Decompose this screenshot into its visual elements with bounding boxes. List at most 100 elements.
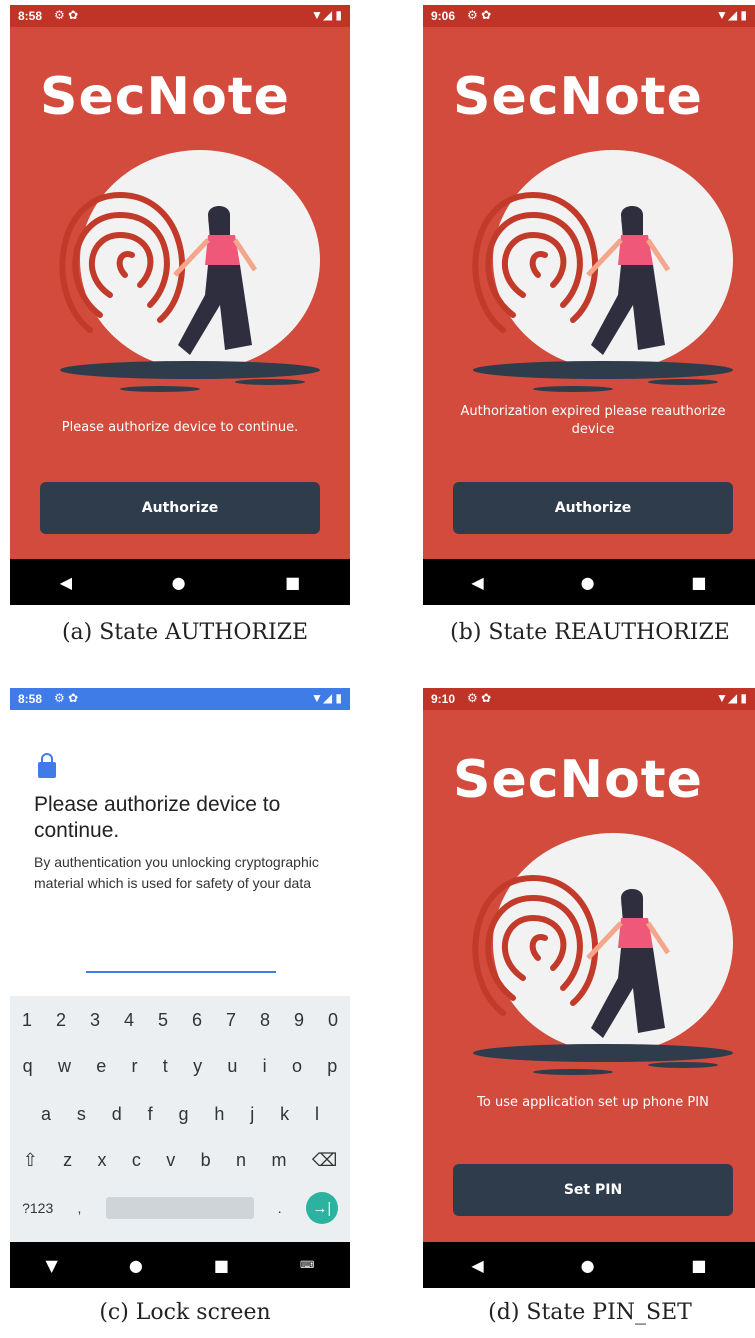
back-down-icon[interactable]: ▼ (46, 1256, 58, 1275)
key[interactable]: t (163, 1056, 168, 1077)
nav-bar: ◀ ● ■ (423, 1242, 755, 1288)
signal-icon: ▼◢ ▮ (310, 691, 342, 705)
home-icon[interactable]: ● (581, 1256, 595, 1275)
status-time: 9:10 (431, 692, 456, 706)
key[interactable]: a (41, 1104, 51, 1125)
pin-input[interactable] (86, 971, 276, 973)
key[interactable]: 0 (328, 1010, 338, 1031)
key[interactable]: c (132, 1150, 141, 1171)
enter-arrow-icon[interactable]: →| (305, 1192, 338, 1224)
status-bar: 8:58 ⚙ ✿ ▼◢ ▮ (10, 688, 350, 710)
key[interactable]: 6 (192, 1010, 202, 1031)
key[interactable]: 2 (56, 1010, 66, 1031)
screen-authorize: 8:58 ⚙ ✿ ▼◢ ▮ SecNote Please authorize d… (10, 5, 350, 605)
nav-bar: ▼ ● ■ ⌨ (10, 1242, 350, 1288)
screen-lock: 8:58 ⚙ ✿ ▼◢ ▮ Please authorize device to… (10, 688, 350, 1288)
status-time: 8:58 (18, 9, 43, 23)
mode-key[interactable]: ?123 (22, 1200, 53, 1216)
key[interactable]: m (271, 1150, 286, 1171)
key[interactable]: w (58, 1056, 71, 1077)
screen-pin-set: 9:10 ⚙ ✿ ▼◢ ▮ SecNote To use application… (423, 688, 755, 1288)
back-icon[interactable]: ◀ (471, 1256, 483, 1275)
key[interactable]: y (193, 1056, 202, 1077)
recents-icon[interactable]: ■ (691, 1256, 706, 1275)
backspace-key-icon[interactable]: ⌫ (312, 1150, 337, 1171)
lock-title: Please authorize device to continue. (34, 793, 281, 842)
key[interactable]: e (96, 1056, 106, 1077)
keyboard-row-asdf: a s d f g h j k l (10, 1104, 350, 1125)
signal-icon: ▼◢ ▮ (310, 8, 342, 22)
keyboard-row-bottom: ?123 , . →| (10, 1192, 350, 1224)
screen-reauthorize: 9:06 ⚙ ✿ ▼◢ ▮ SecNote Authorization expi… (423, 5, 755, 605)
set-pin-button[interactable]: Set PIN (453, 1164, 733, 1216)
settings-icon: ⚙ ✿ (54, 8, 79, 22)
keyboard-number-row: 1 2 3 4 5 6 7 8 9 0 (10, 1010, 350, 1031)
key[interactable]: 4 (124, 1010, 134, 1031)
key[interactable]: 7 (226, 1010, 236, 1031)
home-icon[interactable]: ● (581, 573, 595, 592)
key[interactable]: 9 (294, 1010, 304, 1031)
nav-bar: ◀ ● ■ (10, 559, 350, 605)
fingerprint-woman-illustration (59, 150, 320, 392)
key[interactable]: z (63, 1150, 72, 1171)
status-message: To use application set up phone PIN (477, 1095, 709, 1110)
key[interactable]: x (98, 1150, 107, 1171)
settings-icon: ⚙ ✿ (467, 8, 492, 22)
settings-icon: ⚙ ✿ (54, 691, 79, 705)
keyboard-row-zxcv: ⇧ z x c v b n m ⌫ (10, 1150, 350, 1171)
key[interactable]: p (327, 1056, 337, 1077)
key[interactable]: b (201, 1150, 211, 1171)
signal-icon: ▼◢ ▮ (715, 8, 747, 22)
key[interactable]: s (77, 1104, 86, 1125)
recents-icon[interactable]: ■ (214, 1256, 229, 1275)
key[interactable]: 1 (22, 1010, 32, 1031)
key[interactable]: q (23, 1056, 33, 1077)
key[interactable]: o (292, 1056, 302, 1077)
recents-icon[interactable]: ■ (285, 573, 300, 592)
key[interactable]: 3 (90, 1010, 100, 1031)
key[interactable]: n (236, 1150, 246, 1171)
key[interactable]: d (112, 1104, 122, 1125)
back-icon[interactable]: ◀ (471, 573, 483, 592)
key[interactable]: f (148, 1104, 153, 1125)
caption-d: (d) State PIN_SET (488, 1300, 692, 1325)
app-title: SecNote (453, 750, 703, 810)
settings-icon: ⚙ ✿ (467, 691, 492, 705)
comma-key[interactable]: , (77, 1200, 81, 1216)
authorize-button[interactable]: Authorize (453, 482, 733, 534)
key[interactable]: r (132, 1056, 138, 1077)
app-title: SecNote (40, 67, 290, 127)
key[interactable]: j (250, 1104, 254, 1125)
status-message: Please authorize device to continue. (61, 420, 299, 435)
key[interactable]: l (315, 1104, 319, 1125)
caption-b: (b) State REAUTHORIZE (450, 620, 730, 645)
caption-a: (a) State AUTHORIZE (61, 620, 309, 645)
shift-key-icon[interactable]: ⇧ (23, 1150, 38, 1171)
home-icon[interactable]: ● (129, 1256, 143, 1275)
key[interactable]: 8 (260, 1010, 270, 1031)
status-bar: 9:10 ⚙ ✿ ▼◢ ▮ (423, 688, 755, 710)
nav-bar: ◀ ● ■ (423, 559, 755, 605)
status-bar: 8:58 ⚙ ✿ ▼◢ ▮ (10, 5, 350, 27)
fingerprint-woman-illustration (472, 150, 733, 392)
home-icon[interactable]: ● (172, 573, 186, 592)
back-icon[interactable]: ◀ (60, 573, 72, 592)
key[interactable]: i (263, 1056, 267, 1077)
key[interactable]: v (166, 1150, 175, 1171)
key[interactable]: u (227, 1056, 237, 1077)
key[interactable]: 5 (158, 1010, 168, 1031)
key[interactable]: k (280, 1104, 289, 1125)
fingerprint-woman-illustration (472, 833, 733, 1075)
lock-icon (38, 753, 56, 778)
key[interactable]: h (214, 1104, 224, 1125)
keyboard-row-qwerty: q w e r t y u i o p (10, 1056, 350, 1077)
period-key[interactable]: . (278, 1200, 282, 1216)
authorize-button[interactable]: Authorize (40, 482, 320, 534)
status-time: 9:06 (431, 9, 456, 23)
recents-icon[interactable]: ■ (691, 573, 706, 592)
key[interactable]: g (178, 1104, 188, 1125)
space-key[interactable] (105, 1197, 254, 1219)
keyboard: 1 2 3 4 5 6 7 8 9 0 q w e r t y u i o p … (10, 996, 350, 1242)
keyboard-switch-icon[interactable]: ⌨ (300, 1260, 314, 1271)
status-bar: 9:06 ⚙ ✿ ▼◢ ▮ (423, 5, 755, 27)
